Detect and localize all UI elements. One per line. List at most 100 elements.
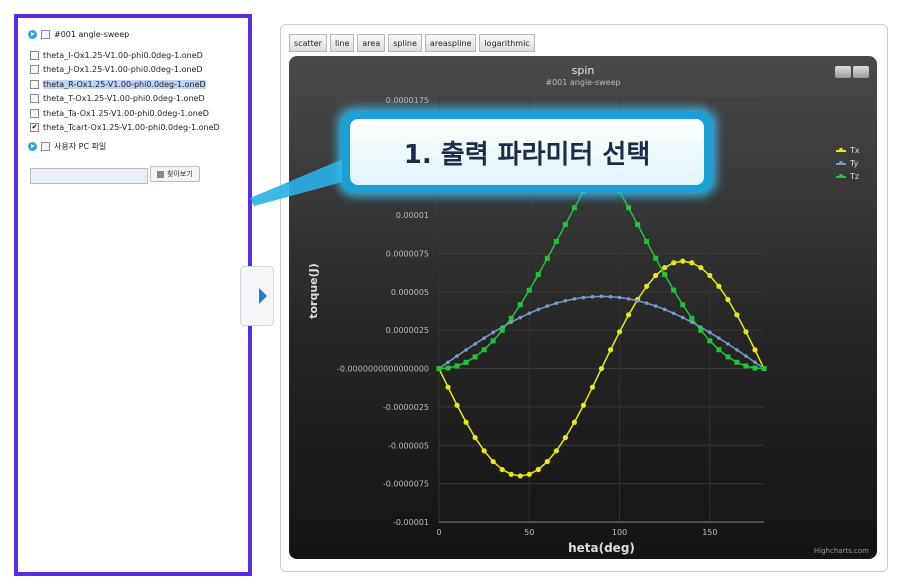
data-point (517, 473, 523, 479)
data-point (662, 307, 667, 312)
legend-item[interactable]: Tz (836, 170, 860, 183)
data-point (752, 365, 758, 371)
data-point (446, 360, 450, 365)
download-icon[interactable] (853, 66, 869, 78)
data-point (463, 419, 469, 425)
data-point (707, 338, 713, 344)
data-point (717, 336, 721, 340)
expand-icon[interactable] (28, 30, 37, 39)
chart-type-button-areaspline[interactable]: areaspline (424, 34, 477, 52)
file-label: theta_Tcart-Ox1.25-V1.00-phi0.0deg-1.one… (43, 123, 220, 133)
y-tick-label: -0.0000000000000000 (337, 365, 429, 374)
file-item[interactable]: theta_T-Ox1.25-V1.00-phi0.0deg-1.oneD (30, 92, 220, 107)
print-icon[interactable] (835, 66, 851, 78)
chart-type-button-area[interactable]: area (357, 34, 386, 52)
chart-type-button-scatter[interactable]: scatter (289, 34, 327, 52)
data-point (563, 298, 568, 303)
data-point (616, 329, 623, 335)
data-point (671, 311, 676, 316)
data-point (454, 363, 460, 369)
data-point (698, 265, 704, 271)
tree-root[interactable]: #001 angle-sweep (28, 30, 129, 39)
data-point (481, 347, 487, 353)
file-checkbox[interactable] (30, 108, 39, 118)
data-point (608, 294, 613, 299)
data-point (689, 260, 695, 266)
file-item[interactable]: theta_J-Ox1.25-V1.00-phi0.0deg-1.oneD (30, 63, 220, 78)
legend-item[interactable]: Tx (836, 144, 860, 157)
data-point (553, 238, 559, 244)
data-point (644, 238, 650, 244)
data-point (662, 272, 668, 278)
chart-type-button-logarithmic[interactable]: logarithmic (479, 34, 535, 52)
data-point (671, 287, 677, 293)
root-label: #001 angle-sweep (54, 30, 130, 39)
data-point (518, 315, 523, 320)
data-point (562, 434, 568, 441)
root-checkbox[interactable] (41, 30, 50, 39)
file-checkbox[interactable] (30, 50, 39, 60)
file-item[interactable]: theta_Ta-Ox1.25-V1.00-phi0.0deg-1.oneD (30, 106, 220, 121)
data-point (680, 302, 686, 308)
file-checkbox[interactable]: ✔ (30, 123, 39, 133)
data-point (726, 342, 730, 346)
data-point (671, 260, 677, 266)
export-menu[interactable] (835, 66, 869, 78)
data-point (635, 222, 641, 228)
data-point (626, 297, 631, 301)
file-checkbox[interactable] (30, 94, 39, 104)
chart-legend: Tx Ty Tz (836, 144, 860, 183)
data-point (599, 294, 604, 299)
file-checkbox[interactable] (30, 65, 39, 75)
file-label: theta_R-Ox1.25-V1.00-phi0.0deg-1.oneD (43, 79, 206, 89)
chart-title: spin (571, 64, 595, 77)
file-label: theta_T-Ox1.25-V1.00-phi0.0deg-1.oneD (43, 94, 205, 104)
chart-type-button-line[interactable]: line (329, 34, 355, 52)
data-point (490, 338, 496, 344)
y-tick-label: 0.00001 (396, 211, 429, 220)
browse-button[interactable]: 찾아보기 (150, 166, 200, 182)
legend-item[interactable]: Ty (836, 157, 860, 170)
series-line-tz (438, 159, 765, 370)
upload-checkbox[interactable] (41, 142, 50, 151)
data-point (508, 471, 514, 477)
data-point (607, 347, 614, 353)
data-point (753, 360, 757, 365)
upload-row[interactable]: 사용자 PC 파일 (28, 141, 106, 152)
file-sidebar: #001 angle-sweep theta_I-Ox1.25-V1.00-ph… (14, 14, 252, 576)
data-point (572, 297, 577, 301)
data-point (680, 315, 685, 320)
browse-label: 찾아보기 (167, 170, 193, 178)
file-item[interactable]: theta_R-Ox1.25-V1.00-phi0.0deg-1.oneD (30, 77, 220, 92)
data-point (463, 359, 469, 365)
y-tick-label: 0.0000075 (386, 249, 429, 258)
data-point (644, 301, 649, 305)
file-item[interactable]: theta_I-Ox1.25-V1.00-phi0.0deg-1.oneD (30, 48, 220, 63)
file-checkbox[interactable] (30, 79, 39, 89)
chart-type-button-spline[interactable]: spline (388, 34, 422, 52)
chart-credits[interactable]: Highcharts.com (814, 547, 869, 555)
data-point (490, 458, 496, 465)
y-tick-label: -0.000005 (388, 441, 429, 450)
collapse-sidebar-button[interactable] (240, 266, 274, 326)
y-axis-title: torque(J) (307, 263, 320, 319)
expand-icon[interactable] (28, 142, 37, 151)
file-label: theta_Ta-Ox1.25-V1.00-phi0.0deg-1.oneD (43, 108, 209, 118)
data-point (707, 272, 713, 279)
file-label: theta_I-Ox1.25-V1.00-phi0.0deg-1.oneD (43, 50, 203, 60)
file-path-input[interactable] (30, 168, 148, 184)
data-point (716, 347, 722, 353)
data-point (716, 283, 722, 289)
data-point (625, 312, 632, 318)
data-point (680, 258, 686, 264)
folder-icon (157, 170, 164, 178)
data-point (590, 294, 595, 299)
y-tick-label: 0.0000025 (386, 326, 429, 335)
file-label: theta_J-Ox1.25-V1.00-phi0.0deg-1.oneD (43, 65, 203, 75)
y-tick-label: 0.000005 (391, 288, 429, 297)
data-point (553, 448, 559, 454)
data-point (455, 354, 459, 358)
series-line-ty (438, 295, 765, 370)
file-item[interactable]: ✔ theta_Tcart-Ox1.25-V1.00-phi0.0deg-1.on… (30, 121, 220, 136)
data-point (535, 272, 541, 278)
